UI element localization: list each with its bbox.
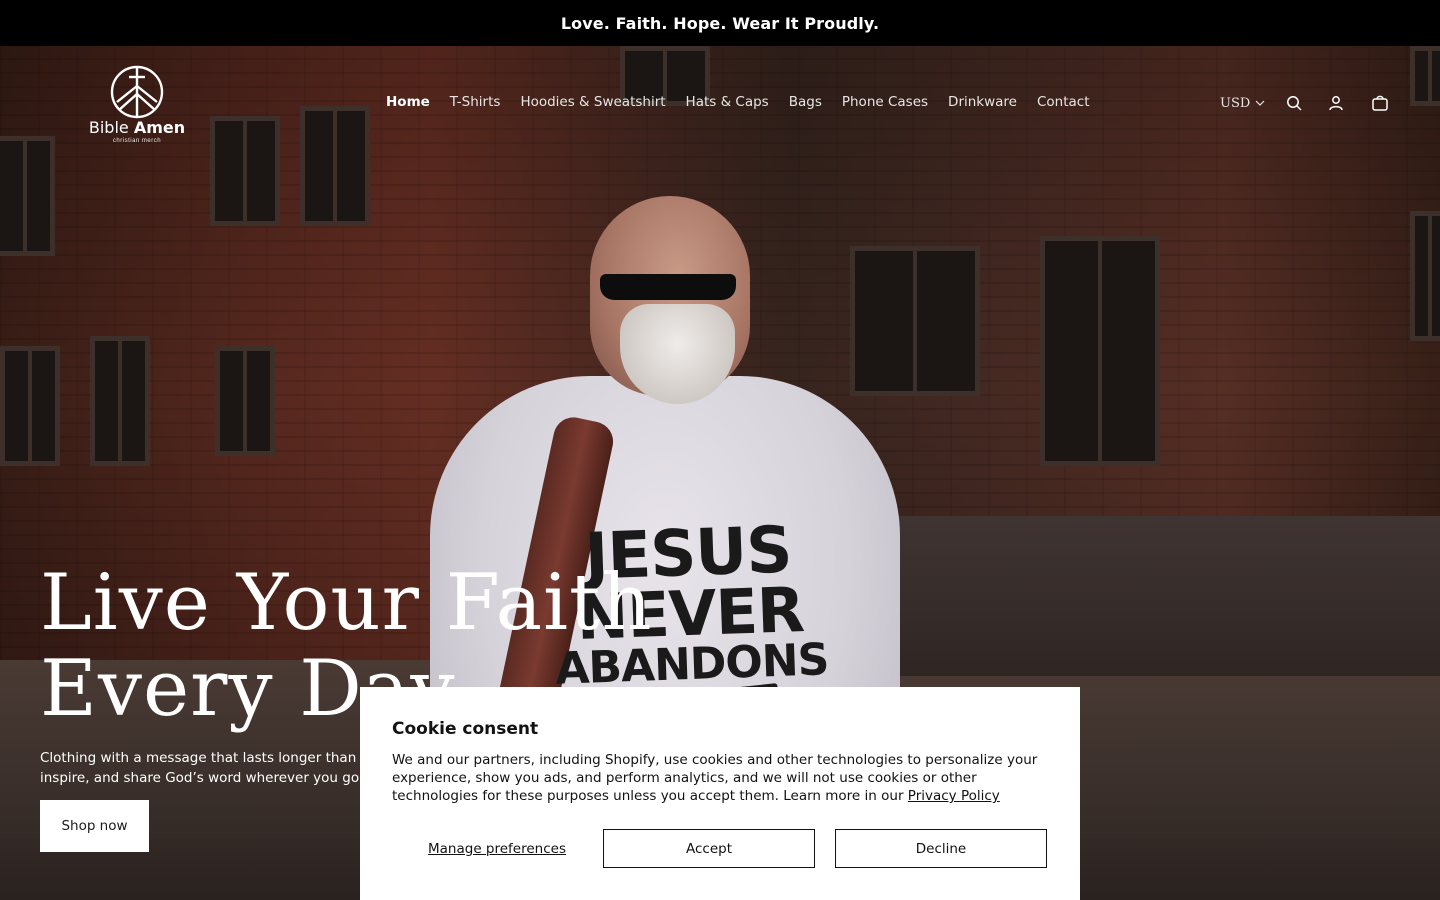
- cookie-title: Cookie consent: [392, 719, 539, 739]
- logo-name-light: Bible: [88, 118, 129, 137]
- nav-item-hats-caps[interactable]: Hats & Caps: [676, 92, 779, 112]
- cookie-body: We and our partners, including Shopify, …: [392, 751, 1048, 805]
- cookie-actions: Manage preferences Accept Decline: [392, 829, 1048, 868]
- manage-preferences-button[interactable]: Manage preferences: [392, 841, 602, 857]
- building-window: [90, 336, 150, 466]
- shop-now-button[interactable]: Shop now: [40, 800, 149, 852]
- main-nav: Home T-Shirts Hoodies & Sweatshirt Hats …: [376, 92, 1100, 112]
- nav-item-home[interactable]: Home: [376, 92, 440, 112]
- cart-icon: [1372, 95, 1389, 111]
- nav-item-phone-cases[interactable]: Phone Cases: [832, 92, 938, 112]
- cross-peace-circle-icon: [110, 65, 164, 119]
- nav-item-drinkware[interactable]: Drinkware: [938, 92, 1027, 112]
- announcement-bar: Love. Faith. Hope. Wear It Proudly.: [0, 0, 1440, 46]
- privacy-policy-link[interactable]: Privacy Policy: [908, 788, 1000, 804]
- chevron-down-icon: [1255, 100, 1265, 106]
- nav-item-bags[interactable]: Bags: [779, 92, 832, 112]
- currency-label: USD: [1220, 95, 1251, 111]
- account-button[interactable]: [1325, 92, 1347, 114]
- header-actions: USD: [1220, 92, 1391, 114]
- hero-title-line1: Live Your Faith: [40, 558, 653, 648]
- stone-wall: [860, 516, 1440, 676]
- logo-name-bold: Amen: [133, 118, 186, 137]
- nav-item-contact[interactable]: Contact: [1027, 92, 1100, 112]
- hero-subtitle-line1: Clothing with a message that lasts longe…: [40, 750, 370, 766]
- building-window: [850, 246, 980, 396]
- hero-subtitle: Clothing with a message that lasts longe…: [40, 748, 370, 788]
- search-button[interactable]: [1283, 92, 1305, 114]
- building-window: [1410, 211, 1440, 341]
- site-header: Bible Amen christian merch Home T-Shirts…: [0, 46, 1440, 162]
- announcement-text: Love. Faith. Hope. Wear It Proudly.: [560, 13, 880, 33]
- currency-selector[interactable]: USD: [1220, 96, 1265, 111]
- decline-button[interactable]: Decline: [835, 829, 1047, 868]
- logo-link[interactable]: Bible Amen christian merch: [86, 64, 188, 144]
- sunglasses: [600, 274, 736, 300]
- cart-button[interactable]: [1369, 92, 1391, 114]
- nav-item-t-shirts[interactable]: T-Shirts: [440, 92, 511, 112]
- building-window: [0, 346, 60, 466]
- account-icon: [1329, 96, 1344, 111]
- accept-button[interactable]: Accept: [603, 829, 815, 868]
- nav-item-hoodies-sweatshirt[interactable]: Hoodies & Sweatshirt: [510, 92, 675, 112]
- cookie-consent-dialog: Cookie consent We and our partners, incl…: [360, 687, 1080, 900]
- building-window: [215, 346, 275, 456]
- hero-subtitle-line2: inspire, and share God’s word wherever y…: [40, 770, 364, 786]
- logo-wordmark: Bible Amen: [89, 118, 185, 137]
- building-window: [1040, 236, 1160, 466]
- search-icon: [1287, 96, 1302, 111]
- logo-tagline: christian merch: [112, 138, 162, 144]
